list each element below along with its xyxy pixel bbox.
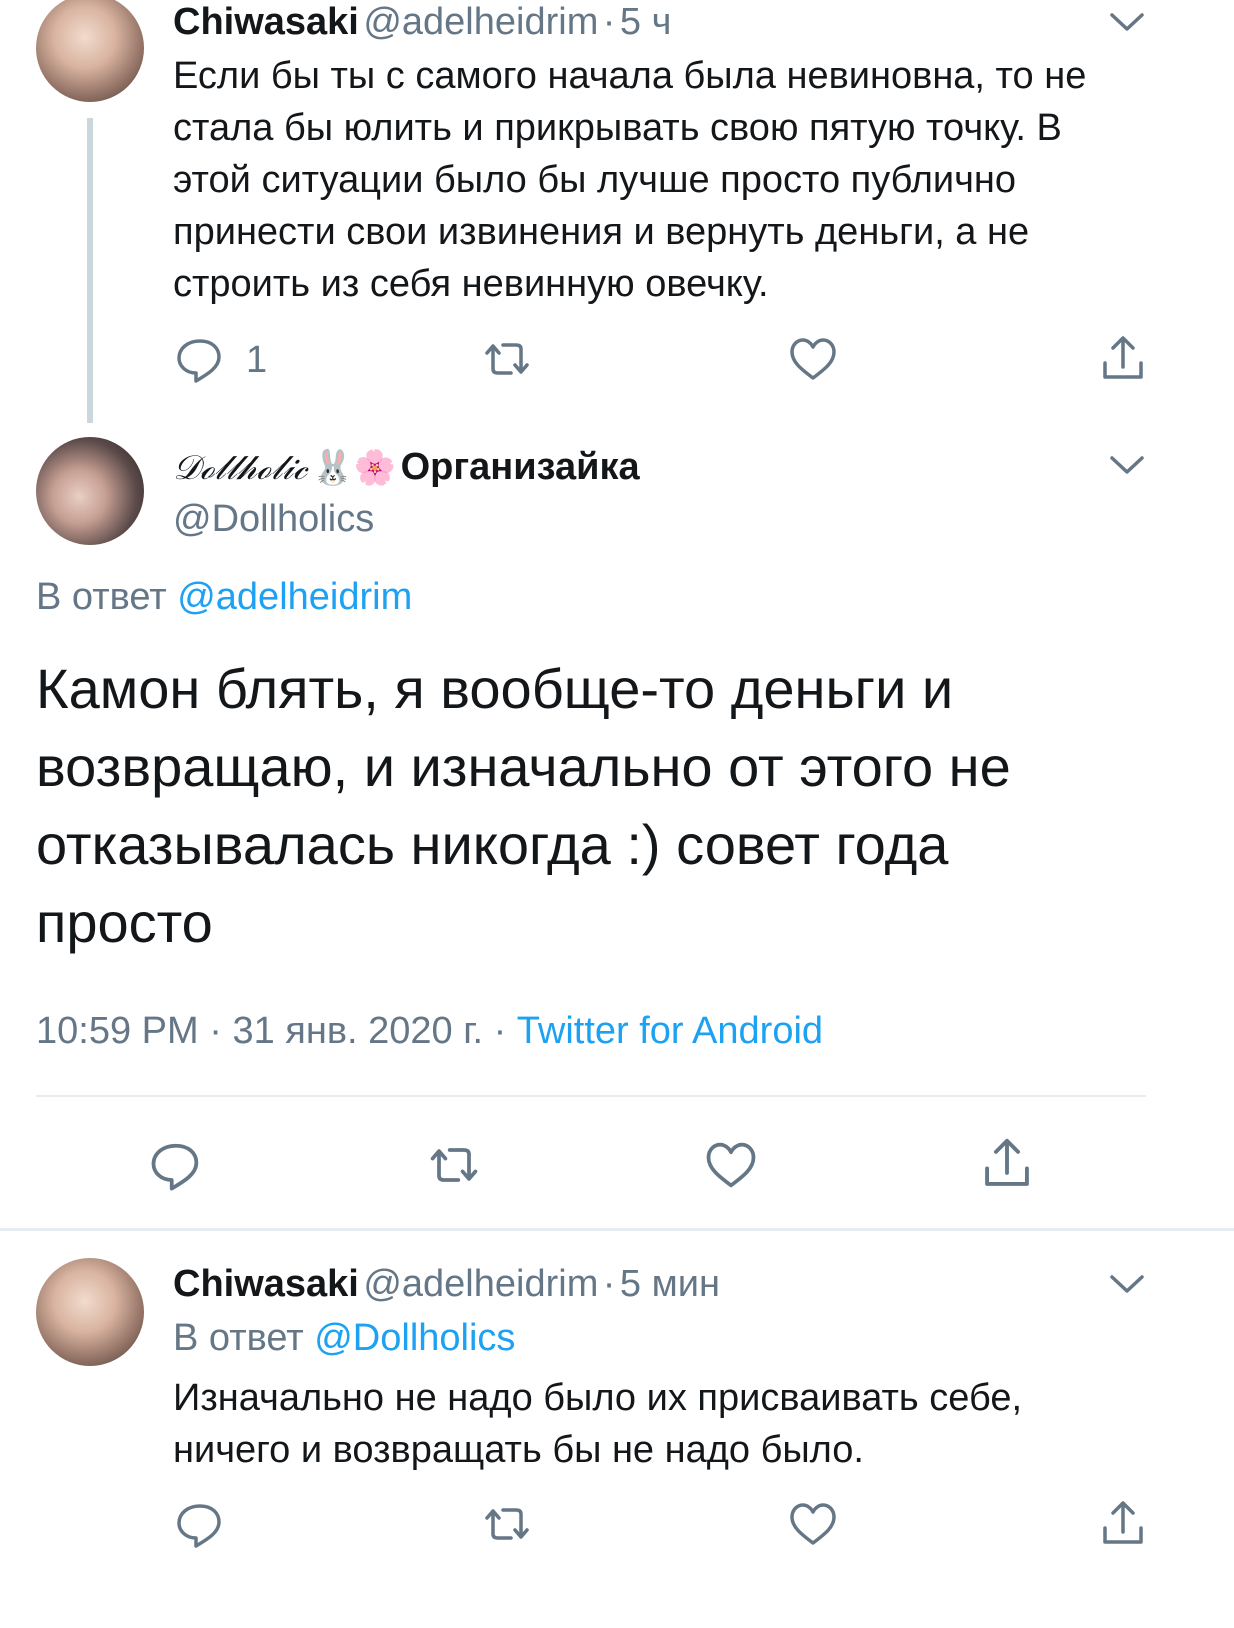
- author-handle[interactable]: @Dollholics: [173, 495, 374, 543]
- retweet-icon[interactable]: [479, 1496, 535, 1552]
- reply-context: В ответ @adelheidrim: [36, 573, 412, 621]
- tweet-time[interactable]: 5 мин: [620, 1263, 720, 1305]
- chevron-down-icon[interactable]: [1108, 453, 1146, 477]
- thread-line: [87, 118, 93, 423]
- reply-icon[interactable]: [172, 1496, 228, 1552]
- tweet-text: Камон блять, я вообще-то деньги и возвра…: [36, 657, 1011, 954]
- author-handle[interactable]: @adelheidrim: [363, 1, 598, 43]
- reply-handle-link[interactable]: @adelheidrim: [177, 576, 412, 618]
- tweet-text: Изначально не надо было их присваивать с…: [173, 1377, 1023, 1471]
- reply-icon[interactable]: [172, 331, 228, 387]
- tweet-text: Если бы ты с самого начала была невиновн…: [173, 55, 1087, 305]
- reply-icon[interactable]: [146, 1135, 206, 1200]
- separator: ·: [209, 1010, 222, 1052]
- reply-context: В ответ @Dollholics: [173, 1314, 515, 1362]
- like-icon[interactable]: [700, 1135, 762, 1200]
- share-icon[interactable]: [1095, 1496, 1151, 1552]
- reply-prefix: В ответ: [36, 576, 167, 618]
- tweet-meta: 10:59 PM · 31 янв. 2020 г. · Twitter for…: [36, 1007, 823, 1055]
- reply-prefix: В ответ: [173, 1317, 304, 1359]
- separator: ·: [493, 1010, 507, 1052]
- share-icon[interactable]: [1095, 331, 1151, 387]
- tweet-1[interactable]: Chiwasaki @adelheidrim · 5 ч Если бы ты …: [0, 0, 1234, 425]
- reply-handle-link[interactable]: @Dollholics: [314, 1317, 515, 1359]
- tweet-header: Chiwasaki @adelheidrim · 5 мин: [173, 1262, 720, 1306]
- retweet-icon[interactable]: [422, 1135, 486, 1200]
- divider: [0, 1228, 1234, 1231]
- emoji: 🐰🌸: [311, 449, 397, 487]
- tweet-date: 31 янв. 2020 г.: [232, 1010, 483, 1052]
- author-name-suffix[interactable]: Организайка: [401, 446, 640, 488]
- author-handle[interactable]: @adelheidrim: [363, 1263, 598, 1305]
- reply-count: 1: [246, 339, 268, 381]
- author-name[interactable]: Chiwasaki: [173, 1, 359, 43]
- tweet-time[interactable]: 5 ч: [620, 1, 672, 43]
- separator: ·: [602, 1, 616, 43]
- author-name[interactable]: Chiwasaki: [173, 1263, 359, 1305]
- tweet-source-link[interactable]: Twitter for Android: [517, 1010, 823, 1052]
- chevron-down-icon[interactable]: [1108, 10, 1146, 34]
- share-icon[interactable]: [976, 1133, 1038, 1200]
- tweet-3[interactable]: Chiwasaki @adelheidrim · 5 мин В ответ @…: [0, 1232, 1234, 1628]
- separator: ·: [602, 1263, 616, 1305]
- tweet-header: Chiwasaki @adelheidrim · 5 ч: [173, 0, 671, 44]
- main-tweet[interactable]: 𝒟ℴ𝓁𝓁𝒽ℴ𝓁𝒾𝒸 🐰🌸 Организайка @Dollholics В о…: [0, 425, 1234, 1230]
- author-display-name[interactable]: 𝒟ℴ𝓁𝓁𝒽ℴ𝓁𝒾𝒸: [173, 448, 307, 488]
- chevron-down-icon[interactable]: [1108, 1272, 1146, 1296]
- avatar[interactable]: [36, 0, 144, 102]
- avatar[interactable]: [36, 1258, 144, 1366]
- tweet-time: 10:59 PM: [36, 1010, 199, 1052]
- author-name-row: 𝒟ℴ𝓁𝓁𝒽ℴ𝓁𝒾𝒸 🐰🌸 Организайка: [173, 443, 640, 491]
- retweet-icon[interactable]: [479, 331, 535, 387]
- like-icon[interactable]: [785, 331, 841, 387]
- avatar[interactable]: [36, 437, 144, 545]
- divider: [36, 1095, 1146, 1097]
- like-icon[interactable]: [785, 1496, 841, 1552]
